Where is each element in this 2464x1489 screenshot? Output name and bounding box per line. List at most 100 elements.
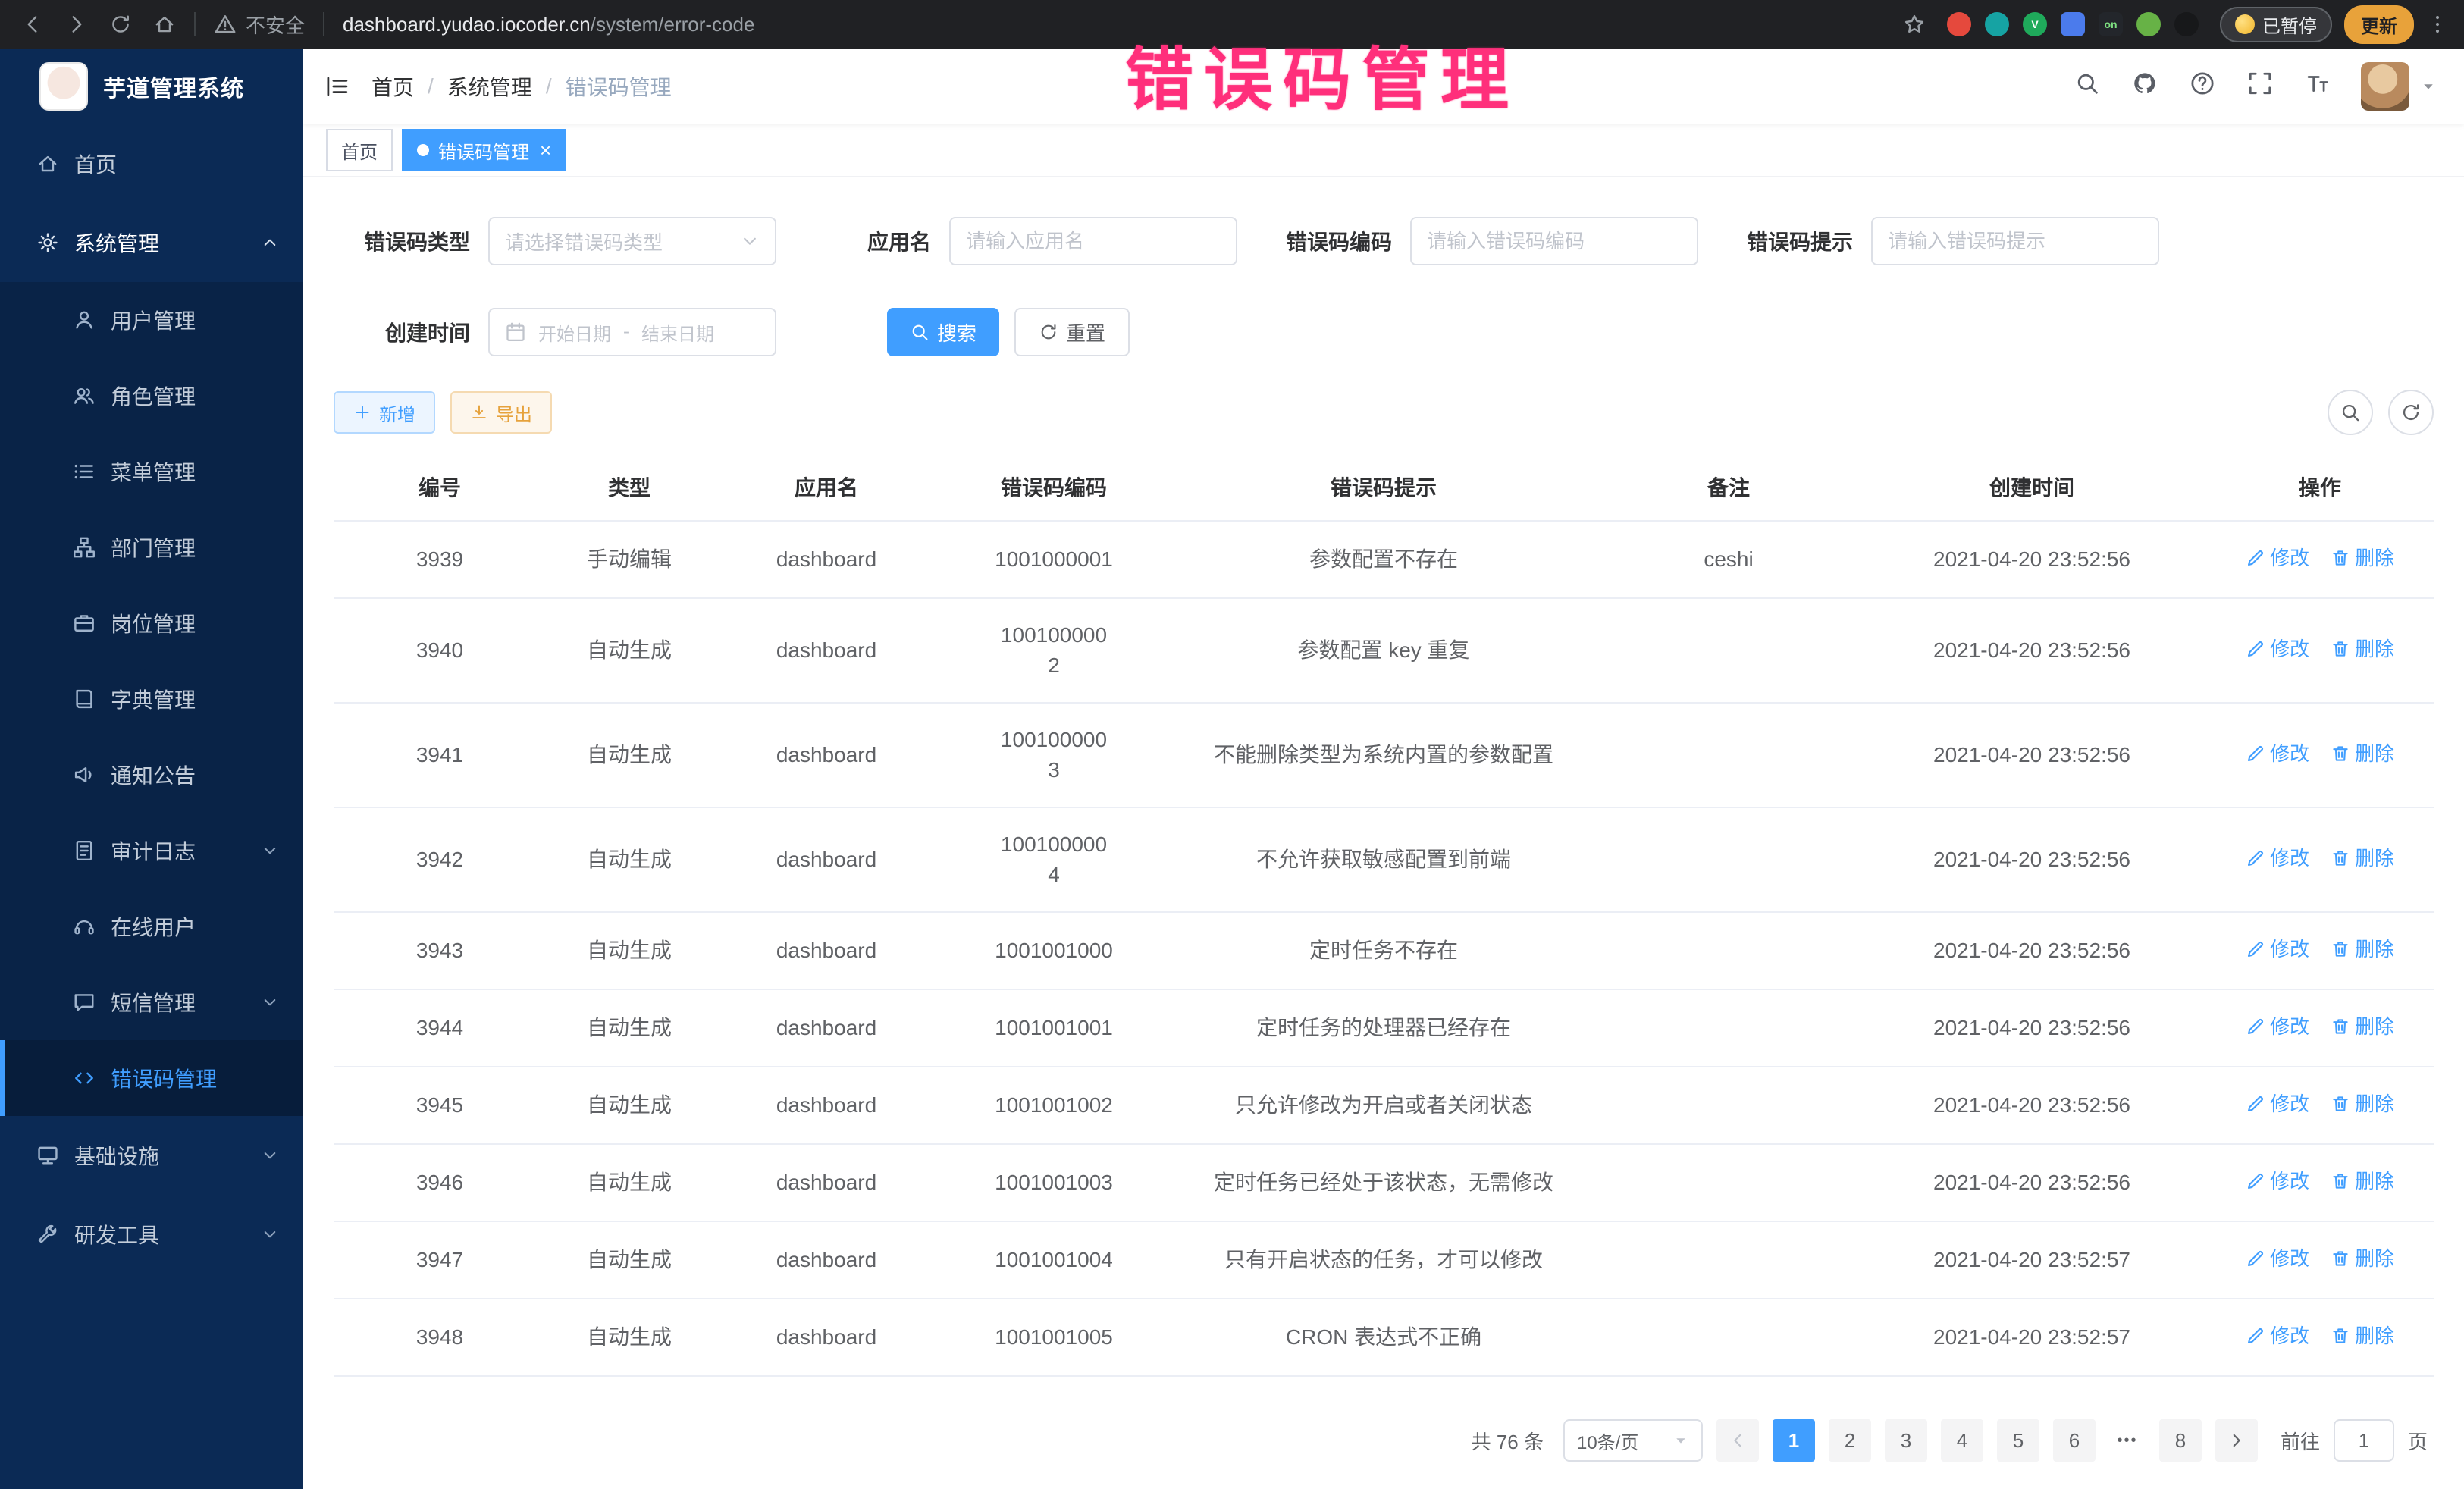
prev-page-button[interactable]: [1716, 1419, 1759, 1462]
page-size-select[interactable]: 10条/页: [1563, 1419, 1703, 1462]
page-button[interactable]: 6: [2053, 1419, 2096, 1462]
sidebar-item-menu-mgmt[interactable]: 菜单管理: [0, 434, 303, 509]
header-fullscreen-button[interactable]: [2247, 71, 2273, 102]
edit-link[interactable]: 修改: [2246, 543, 2309, 573]
home-button[interactable]: [153, 13, 176, 36]
cell-remark: [1600, 629, 1857, 672]
extension-dark-on-icon[interactable]: on: [2099, 12, 2123, 36]
breadcrumb-item[interactable]: 系统管理: [447, 71, 532, 102]
error-hint-input[interactable]: [1871, 217, 2159, 265]
sidebar-item-home[interactable]: 首页: [0, 124, 303, 203]
page-button[interactable]: 3: [1885, 1419, 1927, 1462]
delete-link[interactable]: 删除: [2331, 1321, 2394, 1351]
sidebar-item-online-users[interactable]: 在线用户: [0, 889, 303, 964]
sidebar-item-error-code-mgmt[interactable]: 错误码管理: [0, 1040, 303, 1116]
delete-link[interactable]: 删除: [2331, 738, 2394, 769]
export-button[interactable]: 导出: [450, 391, 552, 434]
error-code-input[interactable]: [1410, 217, 1698, 265]
browser-update-button[interactable]: 更新: [2344, 5, 2414, 44]
delete-link[interactable]: 删除: [2331, 1243, 2394, 1274]
sidebar-item-sms-mgmt[interactable]: 短信管理: [0, 964, 303, 1040]
sidebar-item-post-mgmt[interactable]: 岗位管理: [0, 585, 303, 661]
sidebar-toggle-button[interactable]: [324, 74, 350, 99]
cell-app: dashboard: [713, 914, 940, 987]
user-menu[interactable]: [2361, 62, 2437, 111]
extension-green-leaf-icon[interactable]: [2136, 12, 2161, 36]
edit-link[interactable]: 修改: [2246, 1011, 2309, 1042]
delete-link[interactable]: 删除: [2331, 1089, 2394, 1119]
delete-link[interactable]: 删除: [2331, 634, 2394, 664]
edit-icon: [2246, 1326, 2265, 1346]
add-button[interactable]: 新增: [334, 391, 435, 434]
search-button[interactable]: 搜索: [887, 308, 999, 356]
app-logo[interactable]: 芋道管理系统: [0, 49, 303, 124]
page-button[interactable]: 4: [1941, 1419, 1983, 1462]
extension-black-pin-icon[interactable]: [2174, 12, 2199, 36]
cell-type: 自动生成: [546, 719, 713, 792]
url-bar[interactable]: dashboard.yudao.iocoder.cn/system/error-…: [343, 13, 1891, 36]
error-code-type-select[interactable]: 请选择错误码类型: [488, 217, 776, 265]
edit-link[interactable]: 修改: [2246, 1166, 2309, 1196]
page-button[interactable]: 1: [1773, 1419, 1815, 1462]
header-font-size-button[interactable]: [2305, 71, 2331, 102]
delete-link[interactable]: 删除: [2331, 934, 2394, 964]
sidebar-item-audit-log[interactable]: 审计日志: [0, 813, 303, 889]
forward-button[interactable]: [65, 13, 88, 36]
toggle-search-button[interactable]: [2328, 390, 2373, 435]
edit-link[interactable]: 修改: [2246, 1089, 2309, 1119]
browser-menu-icon[interactable]: [2426, 13, 2449, 36]
delete-link[interactable]: 删除: [2331, 543, 2394, 573]
edit-link[interactable]: 修改: [2246, 934, 2309, 964]
extension-blue-chart-icon[interactable]: [2061, 12, 2085, 36]
extension-green-check-icon[interactable]: V: [2023, 12, 2047, 36]
edit-link[interactable]: 修改: [2246, 634, 2309, 664]
tab-error-code[interactable]: 错误码管理×: [402, 129, 566, 171]
delete-link[interactable]: 删除: [2331, 1011, 2394, 1042]
sidebar-item-dev-tools[interactable]: 研发工具: [0, 1195, 303, 1274]
security-indicator[interactable]: 不安全: [214, 11, 305, 39]
breadcrumb-item[interactable]: 首页: [371, 71, 414, 102]
next-page-button[interactable]: [2215, 1419, 2258, 1462]
header-github-button[interactable]: [2132, 71, 2158, 102]
header-help-button[interactable]: [2190, 71, 2215, 102]
cell-hint: 不能删除类型为系统内置的参数配置: [1168, 719, 1600, 792]
header-search-button[interactable]: [2074, 71, 2100, 102]
filter-error-code-type: 错误码类型请选择错误码类型: [358, 217, 776, 265]
page-button[interactable]: 2: [1829, 1419, 1871, 1462]
goto-page-input[interactable]: [2334, 1419, 2394, 1462]
profile-paused-chip[interactable]: 已暂停: [2220, 7, 2332, 42]
filter-create-time: 创建时间 开始日期 - 结束日期: [358, 308, 776, 356]
sidebar-item-notice[interactable]: 通知公告: [0, 737, 303, 813]
reset-button[interactable]: 重置: [1014, 308, 1130, 356]
sidebar-menu: 首页系统管理用户管理角色管理菜单管理部门管理岗位管理字典管理通知公告审计日志在线…: [0, 124, 303, 1274]
back-button[interactable]: [21, 13, 44, 36]
extension-teal-icon[interactable]: [1985, 12, 2009, 36]
delete-link[interactable]: 删除: [2331, 1166, 2394, 1196]
sidebar-item-role-mgmt[interactable]: 角色管理: [0, 358, 303, 434]
sidebar-item-dict-mgmt[interactable]: 字典管理: [0, 661, 303, 737]
sidebar-item-dept-mgmt[interactable]: 部门管理: [0, 509, 303, 585]
extension-red-icon[interactable]: [1947, 12, 1971, 36]
edit-link[interactable]: 修改: [2246, 843, 2309, 873]
delete-icon: [2331, 639, 2350, 659]
more-pages-icon[interactable]: •••: [2109, 1432, 2146, 1450]
table-row: 3943自动生成dashboard1001001000定时任务不存在2021-0…: [334, 913, 2434, 990]
delete-link[interactable]: 删除: [2331, 843, 2394, 873]
date-range-picker[interactable]: 开始日期 - 结束日期: [488, 308, 776, 356]
sidebar-item-user-mgmt[interactable]: 用户管理: [0, 282, 303, 358]
edit-link[interactable]: 修改: [2246, 1243, 2309, 1274]
bookmark-star-icon[interactable]: [1903, 13, 1926, 36]
tab-home[interactable]: 首页: [326, 129, 393, 171]
cell-app: dashboard: [713, 1224, 940, 1296]
tab-close-icon[interactable]: ×: [540, 140, 551, 160]
submenu-toggle: [261, 1146, 279, 1165]
edit-link[interactable]: 修改: [2246, 1321, 2309, 1351]
page-button[interactable]: 5: [1997, 1419, 2039, 1462]
sidebar-item-infrastructure[interactable]: 基础设施: [0, 1116, 303, 1195]
app-name-input[interactable]: [949, 217, 1237, 265]
edit-link[interactable]: 修改: [2246, 738, 2309, 769]
refresh-button[interactable]: [2388, 390, 2434, 435]
page-button[interactable]: 8: [2159, 1419, 2202, 1462]
sidebar-item-system-mgmt[interactable]: 系统管理: [0, 203, 303, 282]
refresh-button[interactable]: [109, 13, 132, 36]
